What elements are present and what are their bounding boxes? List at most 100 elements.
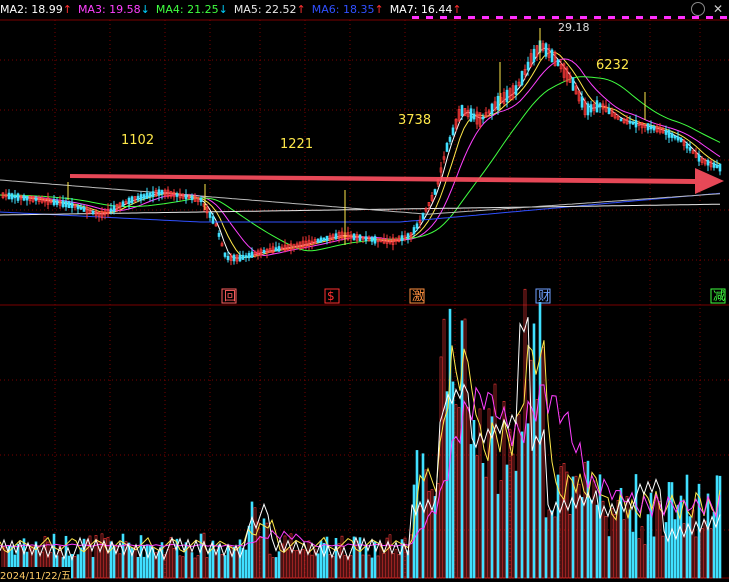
candle-body xyxy=(673,135,677,139)
volume-bar xyxy=(193,557,197,579)
candle-body xyxy=(34,197,38,201)
volume-bar xyxy=(700,527,704,579)
volume-bar xyxy=(631,531,635,579)
candle-body xyxy=(685,143,689,149)
signal-dot xyxy=(664,16,671,19)
high-price-label: 29.18 xyxy=(558,21,590,34)
volume-bar xyxy=(544,517,548,579)
volume-bar xyxy=(439,356,443,579)
event-marker-label: $ xyxy=(327,289,335,303)
candle-body xyxy=(496,95,500,111)
candle-body xyxy=(598,103,602,108)
candle-body xyxy=(556,59,560,66)
volume-bar xyxy=(196,555,200,579)
candle-body xyxy=(157,189,161,196)
volume-bar xyxy=(547,509,551,579)
peak-label-3: 3738 xyxy=(398,113,431,128)
candle-body xyxy=(112,205,116,212)
candle-body xyxy=(445,142,449,152)
volume-bar xyxy=(316,553,320,579)
candle-body xyxy=(580,96,584,108)
candle-body xyxy=(274,247,278,252)
candle-body xyxy=(277,246,281,252)
volume-bar xyxy=(106,536,110,579)
volume-bar xyxy=(289,533,293,579)
candle-body xyxy=(631,121,635,125)
volume-bar xyxy=(580,497,584,579)
volume-bar xyxy=(418,505,422,579)
signal-dot xyxy=(510,16,517,19)
candle-body xyxy=(505,89,509,103)
volume-bar xyxy=(100,533,104,579)
volume-bar xyxy=(604,515,608,579)
candle-body xyxy=(358,234,362,241)
candle-body xyxy=(244,255,248,258)
top-signal-dots xyxy=(412,16,727,19)
candle-body xyxy=(469,108,473,122)
volume-bar xyxy=(259,537,263,579)
candle-body xyxy=(325,235,329,242)
volume-bar xyxy=(640,526,644,579)
candle-body xyxy=(91,210,95,214)
volume-bar xyxy=(451,381,455,579)
volume-bar xyxy=(295,549,299,579)
volume-bar xyxy=(223,555,227,579)
signal-dot xyxy=(720,16,727,19)
volume-bar xyxy=(568,513,572,579)
event-marker-4[interactable]: 财 xyxy=(535,288,551,304)
volume-bar xyxy=(667,482,671,579)
candle-body xyxy=(79,207,83,210)
stock-chart[interactable]: 29.18 1102 1221 3738 6232 回 $ 激 财 减 xyxy=(0,0,729,582)
volume-bar xyxy=(559,466,563,579)
volume-bar xyxy=(535,399,539,579)
event-marker-3[interactable]: 激 xyxy=(409,288,425,304)
volume-bar xyxy=(691,509,695,579)
ma3-line xyxy=(0,58,721,257)
volume-bar xyxy=(457,407,461,579)
volume-bar xyxy=(448,308,452,579)
volume-bar xyxy=(706,493,710,579)
volume-bar xyxy=(514,470,518,579)
signal-dot xyxy=(454,16,461,19)
moving-average-lines xyxy=(0,47,721,561)
event-marker-1[interactable]: 回 xyxy=(221,288,237,304)
volume-bar xyxy=(595,504,599,579)
candle-body xyxy=(595,100,599,113)
volume-bar xyxy=(274,557,278,579)
candle-body xyxy=(364,236,368,242)
candle-body xyxy=(61,200,65,207)
volume-bar xyxy=(226,544,230,579)
volume-bar xyxy=(421,453,425,579)
ma2-line xyxy=(0,47,721,259)
volume-bar xyxy=(253,507,257,579)
event-marker-2[interactable]: $ xyxy=(324,288,340,304)
signal-dot xyxy=(440,16,447,19)
candle-body xyxy=(412,227,416,234)
signal-dot xyxy=(468,16,475,19)
candle-body xyxy=(544,43,548,57)
signal-dot xyxy=(524,16,531,19)
volume-bar xyxy=(79,547,83,579)
volume-bar xyxy=(283,535,287,579)
candle-body xyxy=(421,212,425,220)
volume-bar xyxy=(709,528,713,579)
volume-bar xyxy=(181,556,185,579)
event-marker-5[interactable]: 减 xyxy=(710,288,726,304)
volume-bar xyxy=(349,555,353,579)
volume-bar xyxy=(376,555,380,579)
volume-bar xyxy=(511,453,515,579)
volume-bar xyxy=(322,542,326,579)
candle-body xyxy=(262,249,266,254)
candle-body xyxy=(514,85,518,95)
volume-bar xyxy=(634,474,638,579)
candle-body xyxy=(64,201,68,208)
volume-bar xyxy=(370,557,374,579)
ma-yellow-line xyxy=(0,51,721,258)
volume-bar xyxy=(328,554,332,579)
candle-body xyxy=(571,77,575,91)
volume-bar xyxy=(91,556,95,579)
volume-bar xyxy=(466,407,470,579)
volume-bar xyxy=(658,501,662,579)
candle-body xyxy=(199,197,203,203)
candle-body xyxy=(451,127,455,136)
